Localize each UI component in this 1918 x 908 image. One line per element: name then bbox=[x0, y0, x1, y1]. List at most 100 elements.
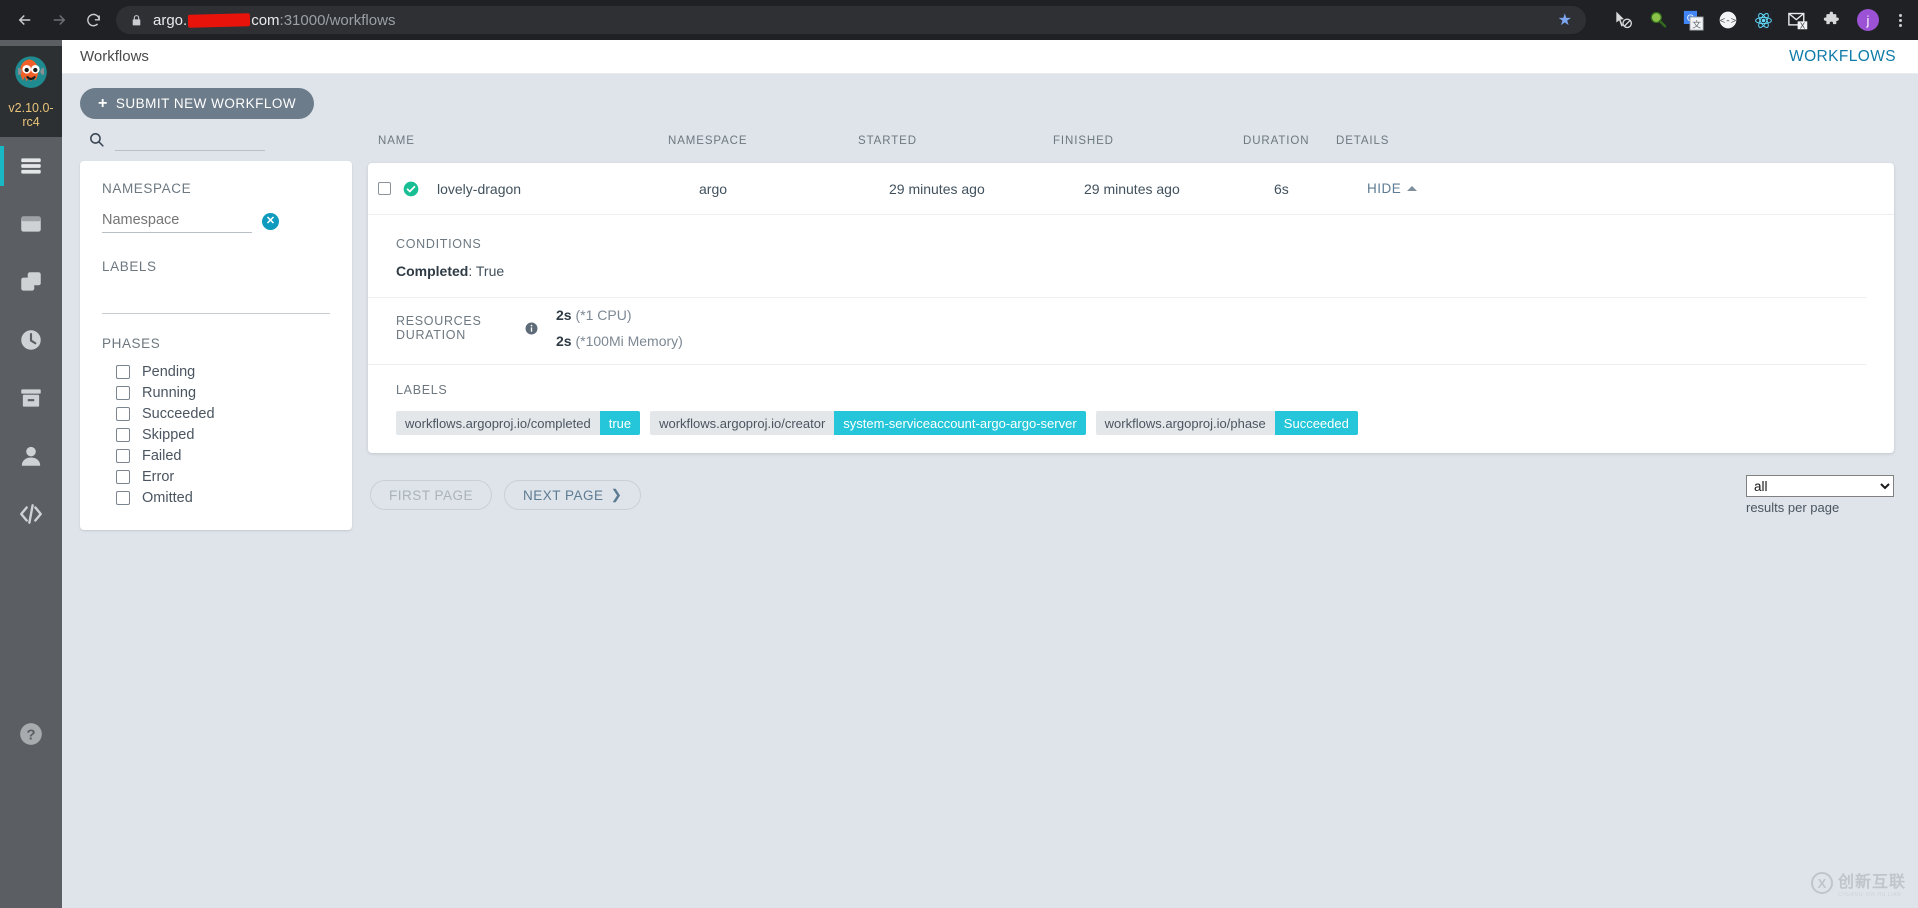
phase-row-omitted[interactable]: Omitted bbox=[116, 487, 330, 508]
results-per-page-label: results per page bbox=[1746, 500, 1840, 515]
puzzle-extensions-icon[interactable] bbox=[1822, 9, 1844, 31]
phase-checkbox-running[interactable] bbox=[116, 385, 130, 400]
results-per-page-select[interactable]: all5102050 bbox=[1746, 475, 1894, 497]
resource-line-cpu: 2s (*1 CPU) bbox=[556, 302, 683, 328]
browser-menu-button[interactable] bbox=[1892, 13, 1908, 28]
phase-checkbox-error[interactable] bbox=[116, 469, 130, 484]
row-details-toggle[interactable]: HIDE bbox=[1367, 181, 1894, 196]
help-circle-icon: ? bbox=[20, 723, 42, 745]
phase-checkbox-succeeded[interactable] bbox=[116, 406, 130, 421]
svg-text:?: ? bbox=[26, 726, 35, 743]
code-circle-extension-icon[interactable]: <-> bbox=[1717, 9, 1739, 31]
copy-icon bbox=[21, 272, 41, 291]
row-select-checkbox[interactable] bbox=[378, 182, 391, 195]
mail-icon: X bbox=[1787, 12, 1807, 30]
sidebar-item-user[interactable] bbox=[0, 427, 62, 485]
archive-icon bbox=[21, 389, 41, 407]
phase-label-succeeded: Succeeded bbox=[142, 405, 215, 422]
sidebar-item-cron-workflows[interactable] bbox=[0, 311, 62, 369]
labels-heading: LABELS bbox=[396, 383, 448, 397]
resources-values: 2s (*1 CPU) 2s (*100Mi Memory) bbox=[538, 302, 683, 354]
codecircle-icon: <-> bbox=[1719, 11, 1737, 29]
chevron-right-icon: ❯ bbox=[610, 487, 623, 502]
content-row: NAMESPACE ✕ LABELS PHASES Pending bbox=[62, 119, 1918, 908]
workflow-card: lovely-dragon argo 29 minutes ago 29 min… bbox=[368, 163, 1894, 453]
label-chip-completed[interactable]: workflows.argoproj.io/completed true bbox=[396, 411, 641, 435]
phase-row-pending[interactable]: Pending bbox=[116, 361, 330, 382]
resource-memory-value: 2s bbox=[556, 333, 572, 349]
argo-app: v2.10.0-rc4 ? Workflows WORKFLOWS + SUBM… bbox=[0, 40, 1918, 908]
label-chip-value: system-serviceaccount-argo-argo-server bbox=[834, 411, 1086, 435]
cursor-block-extension-icon[interactable] bbox=[1612, 9, 1634, 31]
phase-checkbox-omitted[interactable] bbox=[116, 490, 130, 505]
row-name[interactable]: lovely-dragon bbox=[437, 181, 699, 197]
page-topbar: Workflows WORKFLOWS bbox=[62, 40, 1918, 74]
submit-new-workflow-button[interactable]: + SUBMIT NEW WORKFLOW bbox=[80, 88, 315, 119]
next-page-button[interactable]: NEXT PAGE ❯ bbox=[504, 480, 642, 510]
resources-heading-wrap: RESOURCES DURATION bbox=[396, 314, 538, 342]
table-row[interactable]: lovely-dragon argo 29 minutes ago 29 min… bbox=[368, 163, 1894, 215]
phase-checkbox-pending[interactable] bbox=[116, 364, 130, 379]
label-chip-creator[interactable]: workflows.argoproj.io/creator system-ser… bbox=[650, 411, 1086, 435]
help-button[interactable]: ? bbox=[0, 705, 62, 763]
row-finished: 29 minutes ago bbox=[1084, 180, 1180, 197]
conditions-heading-wrap: CONDITIONS bbox=[368, 215, 1866, 251]
magnifier-icon bbox=[1650, 11, 1667, 28]
filter-column: NAMESPACE ✕ LABELS PHASES Pending bbox=[62, 119, 362, 908]
phase-row-skipped[interactable]: Skipped bbox=[116, 424, 330, 445]
condition-key: Completed bbox=[396, 263, 469, 279]
sidebar-item-archived-workflows[interactable] bbox=[0, 369, 62, 427]
sidebar-item-api-docs[interactable] bbox=[0, 485, 62, 543]
back-button[interactable] bbox=[10, 5, 40, 35]
labels-section: LABELS workflows.argoproj.io/completed t… bbox=[368, 365, 1866, 453]
phase-label-pending: Pending bbox=[142, 363, 196, 380]
label-chips: workflows.argoproj.io/completed true wor… bbox=[396, 411, 1866, 435]
phase-row-running[interactable]: Running bbox=[116, 382, 330, 403]
namespace-input[interactable] bbox=[102, 210, 252, 233]
pagination-bar: FIRST PAGE NEXT PAGE ❯ all5102050 result… bbox=[368, 453, 1894, 515]
list-menu-icon bbox=[21, 158, 41, 174]
watermark-text: 创新互联 bbox=[1837, 874, 1906, 891]
caret-up-icon bbox=[1407, 186, 1418, 191]
phase-label-failed: Failed bbox=[142, 447, 182, 464]
react-devtools-extension-icon[interactable] bbox=[1752, 9, 1774, 31]
mail-extension-icon[interactable]: X bbox=[1787, 9, 1809, 31]
first-page-label: FIRST PAGE bbox=[389, 487, 474, 503]
magnifier-extension-icon[interactable] bbox=[1647, 9, 1669, 31]
phase-row-error[interactable]: Error bbox=[116, 466, 330, 487]
google-translate-extension-icon[interactable]: G 文 bbox=[1682, 9, 1704, 31]
column-header-started: STARTED bbox=[858, 135, 917, 147]
label-chip-phase[interactable]: workflows.argoproj.io/phase Succeeded bbox=[1095, 411, 1358, 435]
cursor-icon bbox=[1616, 11, 1632, 29]
profile-avatar[interactable]: j bbox=[1857, 9, 1879, 31]
label-chip-key: workflows.argoproj.io/completed bbox=[396, 411, 600, 435]
window-icon bbox=[21, 216, 41, 232]
conditions-body: Completed: True bbox=[368, 251, 1866, 298]
watermark-logo-icon: X bbox=[1810, 872, 1833, 894]
first-page-button[interactable]: FIRST PAGE bbox=[370, 480, 493, 510]
phase-row-failed[interactable]: Failed bbox=[116, 445, 330, 466]
phase-row-succeeded[interactable]: Succeeded bbox=[116, 403, 330, 424]
address-bar[interactable]: argo. com:31000/workflows ★ bbox=[116, 6, 1586, 34]
reload-button[interactable] bbox=[78, 5, 108, 35]
label-chip-key: workflows.argoproj.io/creator bbox=[650, 411, 835, 435]
watermark-text-group: 创新互联 CHUANG XIN HU LIAN bbox=[1838, 868, 1906, 898]
phase-checkbox-skipped[interactable] bbox=[116, 427, 130, 442]
sidebar-item-cluster-templates[interactable] bbox=[0, 253, 62, 311]
app-version: v2.10.0-rc4 bbox=[8, 101, 54, 129]
search-input[interactable] bbox=[115, 134, 265, 151]
watermark: X 创新互联 CHUANG XIN HU LIAN bbox=[1810, 868, 1906, 898]
info-icon[interactable] bbox=[525, 322, 538, 335]
phase-checkbox-failed[interactable] bbox=[116, 448, 130, 463]
search-icon[interactable] bbox=[88, 131, 105, 148]
bookmark-star-icon[interactable]: ★ bbox=[1550, 10, 1572, 30]
extensions-tray: G 文 <-> X bbox=[1598, 9, 1908, 31]
workflows-top-link[interactable]: WORKFLOWS bbox=[1789, 48, 1896, 66]
clear-namespace-icon[interactable]: ✕ bbox=[262, 213, 279, 230]
forward-button[interactable] bbox=[44, 5, 74, 35]
resource-cpu-note: (*1 CPU) bbox=[575, 307, 632, 323]
url-text: argo. com:31000/workflows bbox=[153, 12, 395, 29]
sidebar-item-workflows[interactable] bbox=[0, 137, 62, 195]
labels-filter-input[interactable] bbox=[102, 274, 330, 314]
sidebar-item-workflow-templates[interactable] bbox=[0, 195, 62, 253]
